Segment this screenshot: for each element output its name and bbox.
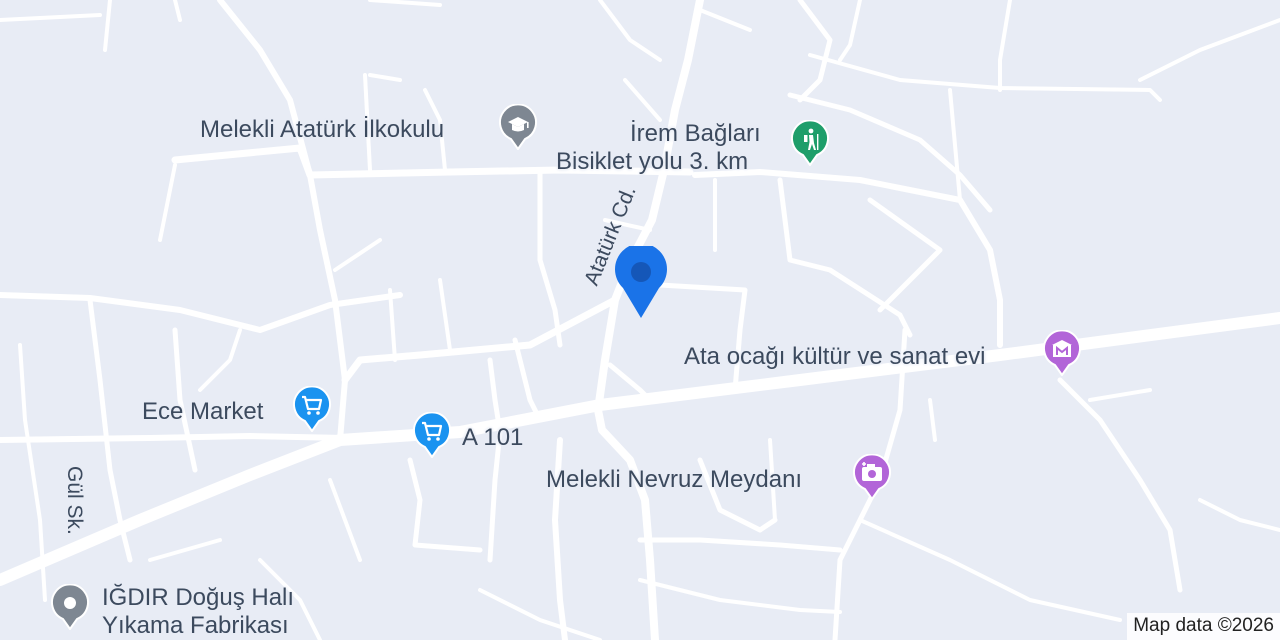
road-sw-6 (148, 538, 222, 562)
shopping-cart-icon (413, 412, 451, 458)
road-nw-12 (598, 0, 662, 62)
hiking-icon (791, 120, 829, 166)
road-s-6 (407, 457, 483, 553)
road-ataturk (594, 0, 704, 640)
poi-bike-label-line2: Bisiklet yolu 3. km (556, 148, 749, 175)
poi-square-label: Melekli Nevruz Meydanı (546, 466, 803, 493)
road-s-8 (478, 588, 602, 640)
shopping-cart-icon (293, 386, 331, 432)
map-canvas[interactable]: Melekli Atatürk İlkokulu İrem Bağları Bi… (0, 0, 1280, 640)
poi-factory-label-line1: IĞDIR Doğuş Halı (102, 584, 295, 611)
poi-school-label: Melekli Atatürk İlkokulu (200, 116, 445, 143)
school-icon (499, 104, 537, 150)
road-mid-9 (867, 197, 943, 313)
road-nw-13 (623, 78, 662, 122)
road-west-approach (0, 433, 348, 443)
road-nw-9 (333, 238, 382, 272)
poi-culture-label: Ata ocağı kültür ve sanat evi (684, 343, 986, 370)
road-sw-3 (198, 328, 242, 392)
road-nw-14 (698, 8, 752, 32)
road-ne-5 (998, 0, 1012, 92)
road-nw-8 (158, 163, 177, 242)
poi-bike-label-line1: İrem Bağları (630, 120, 761, 147)
road-nw-6 (368, 73, 402, 82)
road-nw-3 (173, 0, 182, 22)
road-se-3 (1198, 498, 1280, 532)
road-nw-4 (368, 0, 442, 7)
road-mid-5 (657, 282, 748, 393)
road-se-1 (1057, 377, 1183, 593)
road-ne-6 (1138, 18, 1280, 82)
map-attribution[interactable]: Map data ©2026 (1127, 613, 1280, 640)
road-s-1 (637, 537, 843, 553)
road-mid-6 (607, 362, 653, 403)
road-ne-3 (797, 0, 833, 103)
road-network (0, 0, 1280, 640)
road-nw-1 (103, 0, 112, 52)
road-nw-2 (0, 13, 102, 22)
poi-a101-label: A 101 (462, 424, 524, 451)
road-sw-7 (328, 478, 362, 562)
road-mid-7 (777, 177, 913, 338)
road-se-5 (928, 398, 937, 442)
road-se-4 (858, 518, 1122, 622)
poi-ece-label: Ece Market (142, 398, 264, 425)
road-mid-4 (512, 337, 543, 423)
road-mid-1 (341, 296, 619, 384)
road-mid-2 (537, 167, 563, 348)
road-se-2 (1088, 388, 1152, 402)
street-label-gul: Gül Sk. (63, 466, 86, 535)
road-nw-10 (388, 288, 397, 362)
road-ne-8 (948, 88, 962, 202)
generic-poi-icon (51, 584, 89, 630)
road-s-7 (638, 578, 842, 614)
location-marker-icon[interactable] (613, 246, 669, 320)
road-nw-11 (438, 278, 452, 352)
road-ne-7 (838, 0, 862, 62)
poi-factory-label-line2: Yıkama Fabrikası (102, 612, 289, 639)
road-ne-4 (808, 53, 1162, 102)
camera-icon (853, 454, 891, 500)
museum-icon (1043, 330, 1081, 376)
